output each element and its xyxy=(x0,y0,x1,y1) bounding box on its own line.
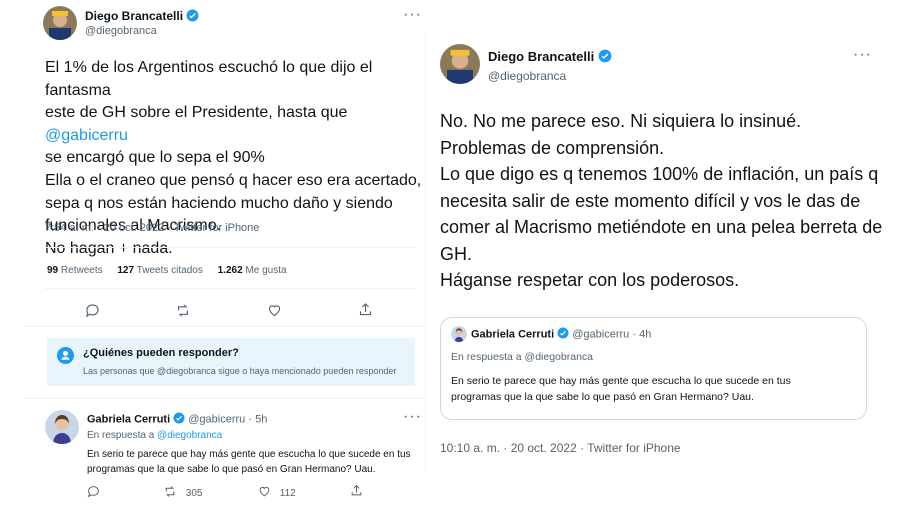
tweet-line: se encargó que lo sepa el 90% xyxy=(45,147,425,170)
left-tweet-panel: Diego Brancatelli @diegobranca ··· El 1%… xyxy=(25,0,425,505)
stat-number: 99 xyxy=(47,265,59,276)
quoted-line: En serio te parece que hay más gente que… xyxy=(451,375,791,387)
divider xyxy=(25,326,425,327)
right-tweet-panel: Diego Brancatelli @diegobranca ··· No. N… xyxy=(425,32,900,472)
tweet-line: Ella o el craneo que pensó q hacer eso e… xyxy=(45,170,425,193)
tweet-line: Háganse respetar con los poderosos. xyxy=(440,270,740,290)
replying-to: En respuesta a @diegobranca xyxy=(87,430,222,441)
quoted-time: · 4h xyxy=(632,328,652,341)
tweet-text: este de GH sobre el Presidente, hasta qu… xyxy=(45,104,348,122)
stat-label: Retweets xyxy=(60,265,103,276)
mention-circle-icon xyxy=(57,347,74,364)
author-handle[interactable]: @gabicerru xyxy=(188,413,245,425)
stats-row: 99 Retweets 127 Tweets citados 1.262 Me … xyxy=(47,265,287,276)
author-name[interactable]: Diego Brancatelli xyxy=(488,49,594,64)
right-author: Diego Brancatelli xyxy=(488,49,612,66)
stat-number: 1.262 xyxy=(217,265,243,276)
stat-label: Tweets citados xyxy=(136,265,203,276)
reply-icon[interactable] xyxy=(87,485,100,503)
share-icon[interactable] xyxy=(350,484,363,502)
reply-body: En serio te parece que hay más gente que… xyxy=(87,447,422,477)
more-options-icon[interactable]: ··· xyxy=(403,408,422,426)
who-can-reply-title: ¿Quiénes pueden responder? xyxy=(83,347,239,359)
tweet-text: sepa q nos están haciendo mucho daño y s… xyxy=(45,194,393,212)
retweet-count: 305 xyxy=(185,487,203,499)
reply-icon[interactable] xyxy=(85,303,100,323)
replying-to: En respuesta a @diegobranca xyxy=(451,351,594,363)
likes-stat[interactable]: 1.262 Me gusta xyxy=(218,265,287,276)
replying-prefix: En respuesta a xyxy=(87,430,158,441)
like-icon[interactable] xyxy=(267,303,282,323)
author-name[interactable]: Gabriela Cerruti xyxy=(87,413,170,425)
stat-label: Me gusta xyxy=(245,265,287,276)
divider xyxy=(25,398,425,399)
divider xyxy=(45,288,415,289)
retweet-icon xyxy=(163,485,177,501)
verified-badge-icon xyxy=(557,327,569,342)
quoted-line: programas que la que sabe lo que pasó en… xyxy=(451,391,754,403)
like-icon xyxy=(258,485,271,501)
retweets-stat[interactable]: 99 Retweets xyxy=(47,265,103,276)
retweet-icon[interactable] xyxy=(175,303,191,323)
diego-avatar[interactable] xyxy=(43,6,77,40)
tweet-line: sepa q nos están haciendo mucho daño y s… xyxy=(45,193,425,216)
timestamp[interactable]: 10:10 a. m. · 20 oct. 2022 · Twitter for… xyxy=(440,441,681,455)
more-options-icon[interactable]: ··· xyxy=(853,46,872,64)
verified-badge-icon xyxy=(173,412,185,427)
like-count: 112 xyxy=(279,487,296,499)
author-handle[interactable]: @diegobranca xyxy=(85,25,157,37)
author-name: Gabriela Cerruti xyxy=(471,328,555,341)
timestamp[interactable]: 7:54 a. m. · 20 oct. 2022 · Twitter for … xyxy=(45,222,259,234)
left-author: Diego Brancatelli xyxy=(85,9,199,25)
verified-badge-icon xyxy=(598,49,612,66)
tweet-line: necesita salir de este momento difícil y… xyxy=(440,190,861,211)
tweet-line: Problemas de comprensión. xyxy=(440,137,665,158)
who-can-reply-body: Las personas que @diegobranca sigue o ha… xyxy=(83,366,397,376)
quote-tweets-stat[interactable]: 127 Tweets citados xyxy=(117,265,202,276)
tweet-line: Lo que digo es q tenemos 100% de inflaci… xyxy=(440,164,879,184)
diego-avatar[interactable] xyxy=(440,44,480,84)
quoted-header: Gabriela Cerruti @gabicerru · 4h xyxy=(471,327,651,342)
author-handle: @gabicerru xyxy=(572,328,630,341)
divider xyxy=(45,247,415,248)
quoted-tweet[interactable]: Gabriela Cerruti @gabicerru · 4h En resp… xyxy=(440,317,867,420)
author-name[interactable]: Diego Brancatelli xyxy=(85,9,183,23)
mention-link[interactable]: @diegobranca xyxy=(157,430,222,441)
tweet-line: No. No me parece eso. Ni siquiera lo ins… xyxy=(440,111,802,131)
tweet-line: este de GH sobre el Presidente, hasta qu… xyxy=(45,102,425,147)
tweet-body: No. No me parece eso. Ni siquiera lo ins… xyxy=(440,108,895,294)
tweet-line: El 1% de los Argentinos escuchó lo que d… xyxy=(45,57,425,102)
more-options-icon[interactable]: ··· xyxy=(403,6,422,24)
author-handle[interactable]: @diegobranca xyxy=(488,69,566,83)
quoted-body: En serio te parece que hay más gente que… xyxy=(451,373,861,405)
tweet-line: GH. xyxy=(440,243,473,264)
tweet-text: se encargó que lo sepa el 90% xyxy=(45,149,265,167)
reply-retweet-action[interactable]: 305 xyxy=(163,485,202,501)
verified-badge-icon xyxy=(186,9,199,25)
reply-line: En serio te parece que hay más gente que… xyxy=(87,449,411,460)
who-can-reply-banner: ¿Quiénes pueden responder? Las personas … xyxy=(47,338,415,386)
tweet-text: No hagan + nada. xyxy=(45,239,173,257)
reply-line: programas que la que sabe lo que pasó en… xyxy=(87,464,376,475)
tweet-line: No hagan + nada. xyxy=(45,238,425,261)
gabriela-avatar[interactable] xyxy=(45,410,79,444)
tweet-text: El 1% de los Argentinos escuchó lo que d… xyxy=(45,59,373,99)
reply-like-action[interactable]: 112 xyxy=(258,485,296,501)
reply-time[interactable]: · 5h xyxy=(248,413,267,425)
mention-link[interactable]: @gabicerru xyxy=(45,127,128,144)
stat-number: 127 xyxy=(117,265,135,276)
tweet-line: comer al Macrismo metiéndote en una pele… xyxy=(440,217,883,237)
reply-header: Gabriela Cerruti @gabicerru · 5h xyxy=(87,412,267,427)
gabriela-avatar xyxy=(451,326,467,342)
share-icon[interactable] xyxy=(358,302,373,322)
tweet-text: Ella o el craneo que pensó q hacer eso e… xyxy=(45,171,422,189)
